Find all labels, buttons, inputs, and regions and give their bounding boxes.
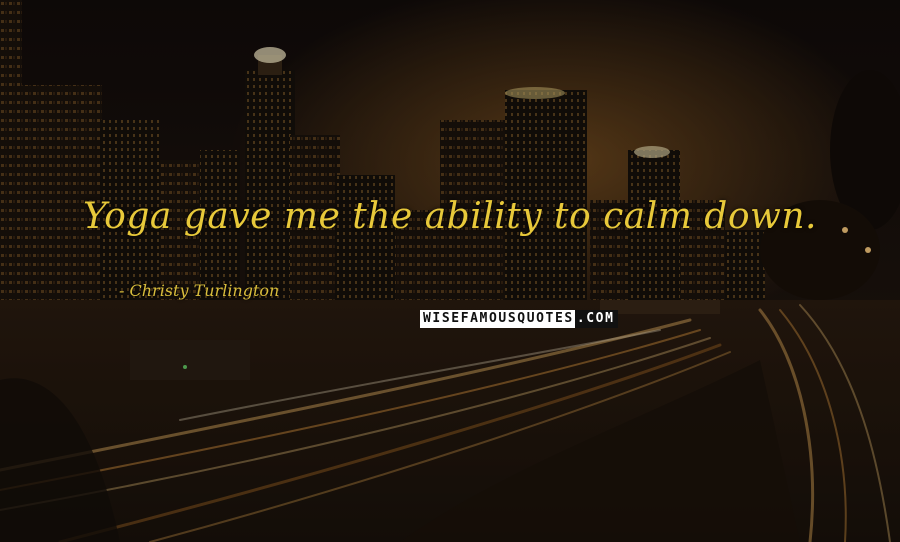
- watermark-part-2: .COM: [574, 310, 618, 328]
- watermark-part-1: WISEFAMOUSQUOTES: [420, 310, 575, 328]
- night-city-highway-photo: [0, 0, 900, 542]
- quote-text: Yoga gave me the ability to calm down.: [83, 196, 817, 237]
- quote-image: Yoga gave me the ability to calm down. -…: [0, 0, 900, 542]
- quote-author: - Christy Turlington: [119, 281, 280, 300]
- wisefamousquotes-watermark: WISEFAMOUSQUOTES .COM: [420, 310, 618, 328]
